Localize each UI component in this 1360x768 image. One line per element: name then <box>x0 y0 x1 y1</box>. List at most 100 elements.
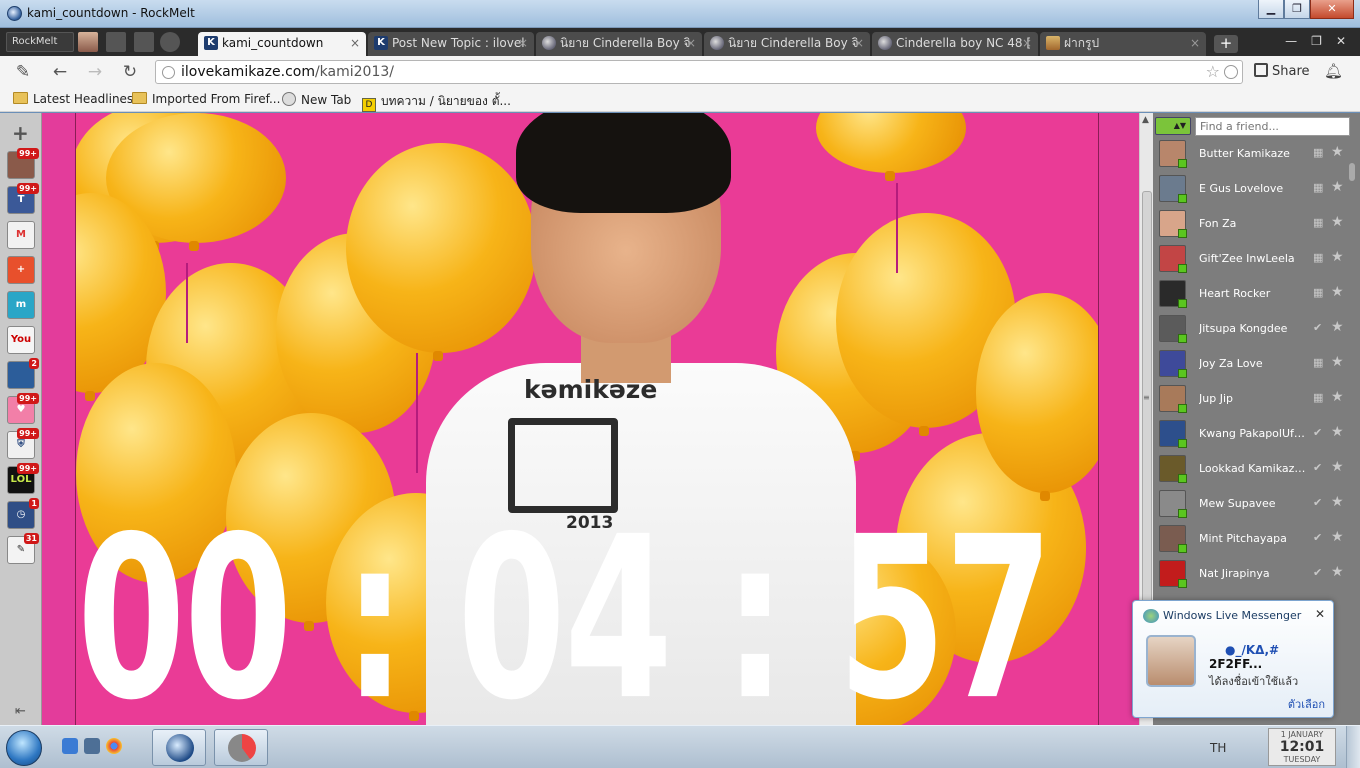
forward-icon[interactable]: → <box>85 62 105 82</box>
app-gmail-icon[interactable]: M <box>7 221 35 249</box>
gift-icon[interactable]: ▦ <box>1313 286 1323 299</box>
favorite-star-icon[interactable]: ★ <box>1331 564 1344 580</box>
minimize-button[interactable]: ▁ <box>1258 0 1284 19</box>
ie-icon[interactable] <box>62 738 78 754</box>
checkmark-icon[interactable]: ✔ <box>1313 461 1322 474</box>
new-tab-button[interactable]: + <box>1214 35 1238 53</box>
favorite-star-icon[interactable]: ★ <box>1331 284 1344 300</box>
friend-row[interactable]: Fon Za ▦ ★ <box>1153 207 1360 242</box>
chrome-icon[interactable] <box>106 738 122 754</box>
show-desktop-button[interactable] <box>1346 726 1360 768</box>
tab-close-icon[interactable]: × <box>854 32 864 54</box>
notifications-globe-icon[interactable] <box>160 32 180 52</box>
favorite-star-icon[interactable]: ★ <box>1331 354 1344 370</box>
close-button[interactable]: ✕ <box>1310 0 1354 19</box>
checkmark-icon[interactable]: ✔ <box>1313 426 1322 439</box>
checkmark-icon[interactable]: ✔ <box>1313 566 1322 579</box>
tab-close-icon[interactable]: × <box>686 32 696 54</box>
add-app-icon[interactable]: + <box>12 121 29 145</box>
friend-row[interactable]: E Gus Lovelove ▦ ★ <box>1153 172 1360 207</box>
collapse-edge-icon[interactable]: ⇤ <box>15 704 26 719</box>
share-button[interactable]: Share <box>1254 63 1310 79</box>
friend-row[interactable]: Heart Rocker ▦ ★ <box>1153 277 1360 312</box>
wlm-notification[interactable]: Windows Live Messenger ✕ ●_/KΔ,# 2F2FF..… <box>1132 600 1334 718</box>
wlm-options-link[interactable]: ตัวเลือก <box>1288 695 1325 713</box>
checkmark-icon[interactable]: ✔ <box>1313 496 1322 509</box>
taskbar-clock[interactable]: 1 JANUARY 12:01 TUESDAY <box>1268 728 1336 766</box>
tab-post-new-topic[interactable]: K Post New Topic : ilovel × <box>368 32 534 56</box>
bell-icon[interactable]: 🔔︎ <box>1324 62 1343 80</box>
desktop-icon[interactable] <box>84 738 100 754</box>
inner-maximize-icon[interactable]: ❐ <box>1311 34 1322 48</box>
gift-icon[interactable]: ▦ <box>1313 251 1323 264</box>
friend-row[interactable]: Joy Za Love ▦ ★ <box>1153 347 1360 382</box>
friends-icon[interactable] <box>106 32 126 52</box>
friend-row[interactable]: Mint Pitchayapa ✔ ★ <box>1153 522 1360 557</box>
app-shield-icon[interactable]: ⛨ 99+ <box>7 428 39 459</box>
back-icon[interactable]: ← <box>50 62 70 82</box>
taskbar-app[interactable] <box>214 729 268 766</box>
friend-row[interactable]: Butter Kamikaze ▦ ★ <box>1153 137 1360 172</box>
bookmark-latest-headlines[interactable]: Latest Headlines <box>13 92 133 106</box>
scroll-up-icon[interactable]: ▲ <box>1142 115 1149 125</box>
bookmark-imported-firefox[interactable]: Imported From Firef... <box>132 92 280 106</box>
bookmark-new-tab[interactable]: New Tab <box>282 92 351 107</box>
tab-cinderella-boy-nc[interactable]: Cinderella boy NC 48 [ × <box>872 32 1038 56</box>
app-google-plus-icon[interactable]: + <box>7 256 35 284</box>
tab-close-icon[interactable]: × <box>1022 32 1032 54</box>
app-profile-icon[interactable]: 99+ <box>7 148 39 179</box>
app-notes-icon[interactable]: ✎ 31 <box>7 533 39 564</box>
app-lol-icon[interactable]: LOL 99+ <box>7 463 39 494</box>
tab-close-icon[interactable]: × <box>350 32 360 54</box>
tab-cinderella-boy-2[interactable]: นิยาย Cinderella Boy จิ × <box>704 32 870 56</box>
tab-close-icon[interactable]: × <box>1190 32 1200 54</box>
chat-icon[interactable] <box>134 32 154 52</box>
scroll-grip-icon[interactable]: ≡ <box>1143 393 1150 402</box>
friend-row[interactable]: Gift'Zee InwLeela ▦ ★ <box>1153 242 1360 277</box>
status-dropdown[interactable]: ▲▼ <box>1155 117 1191 135</box>
favorite-star-icon[interactable]: ★ <box>1331 319 1344 335</box>
wlm-close-icon[interactable]: ✕ <box>1315 607 1325 621</box>
friend-row[interactable]: Lookkad Kamikaze ... ✔ ★ <box>1153 452 1360 487</box>
favorite-star-icon[interactable]: ★ <box>1331 389 1344 405</box>
maximize-button[interactable]: ❐ <box>1284 0 1310 19</box>
friend-row[interactable]: Jitsupa Kongdee ✔ ★ <box>1153 312 1360 347</box>
app-myspace-icon[interactable]: m <box>7 291 35 319</box>
bookmark-star-icon[interactable]: ☆ <box>1206 62 1220 81</box>
gift-icon[interactable]: ▦ <box>1313 356 1323 369</box>
favorite-star-icon[interactable]: ★ <box>1331 459 1344 475</box>
favorite-star-icon[interactable]: ★ <box>1331 249 1344 265</box>
friend-row[interactable]: Nat Jirapinya ✔ ★ <box>1153 557 1360 592</box>
inner-minimize-icon[interactable]: — <box>1285 34 1297 48</box>
friend-row[interactable]: Mew Supavee ✔ ★ <box>1153 487 1360 522</box>
tab-kami-countdown[interactable]: K kami_countdown × <box>198 32 366 56</box>
rockmelt-menu-button[interactable]: RockMelt <box>6 32 74 52</box>
favorite-star-icon[interactable]: ★ <box>1331 214 1344 230</box>
gift-icon[interactable]: ▦ <box>1313 146 1323 159</box>
user-avatar[interactable] <box>78 32 98 52</box>
taskbar-rockmelt[interactable] <box>152 729 206 766</box>
friend-row[interactable]: Jup Jip ▦ ★ <box>1153 382 1360 417</box>
favorite-star-icon[interactable]: ★ <box>1331 424 1344 440</box>
reload-icon[interactable]: ↻ <box>120 62 140 82</box>
favorite-star-icon[interactable]: ★ <box>1331 179 1344 195</box>
url-text[interactable]: ilovekamikaze.com/kami2013/ <box>181 64 394 80</box>
inner-close-icon[interactable]: ✕ <box>1336 34 1346 48</box>
checkmark-icon[interactable]: ✔ <box>1313 321 1322 334</box>
tab-cinderella-boy-1[interactable]: นิยาย Cinderella Boy จิ × <box>536 32 702 56</box>
favorite-star-icon[interactable]: ★ <box>1331 144 1344 160</box>
checkmark-icon[interactable]: ✔ <box>1313 531 1322 544</box>
language-indicator[interactable]: TH <box>1210 741 1226 755</box>
gift-icon[interactable]: ▦ <box>1313 216 1323 229</box>
app-heart-icon[interactable]: ♥ 99+ <box>7 393 39 424</box>
bookmark-thai-articles[interactable]: D บทความ / นิยายของ ตั้... <box>362 92 511 112</box>
friend-search-input[interactable] <box>1195 117 1350 136</box>
gift-icon[interactable]: ▦ <box>1313 391 1323 404</box>
app-facebook-icon[interactable]: T 99+ <box>7 183 39 214</box>
friend-row[interactable]: Kwang PakapolUfo... ✔ ★ <box>1153 417 1360 452</box>
compose-icon[interactable]: ✎ <box>13 62 33 82</box>
app-clock-icon[interactable]: ◷ 1 <box>7 498 39 529</box>
friends-scrollbar-thumb[interactable] <box>1349 163 1355 181</box>
app-globe-icon[interactable]: 2 <box>7 358 39 389</box>
app-youtube-icon[interactable]: You <box>7 326 35 354</box>
